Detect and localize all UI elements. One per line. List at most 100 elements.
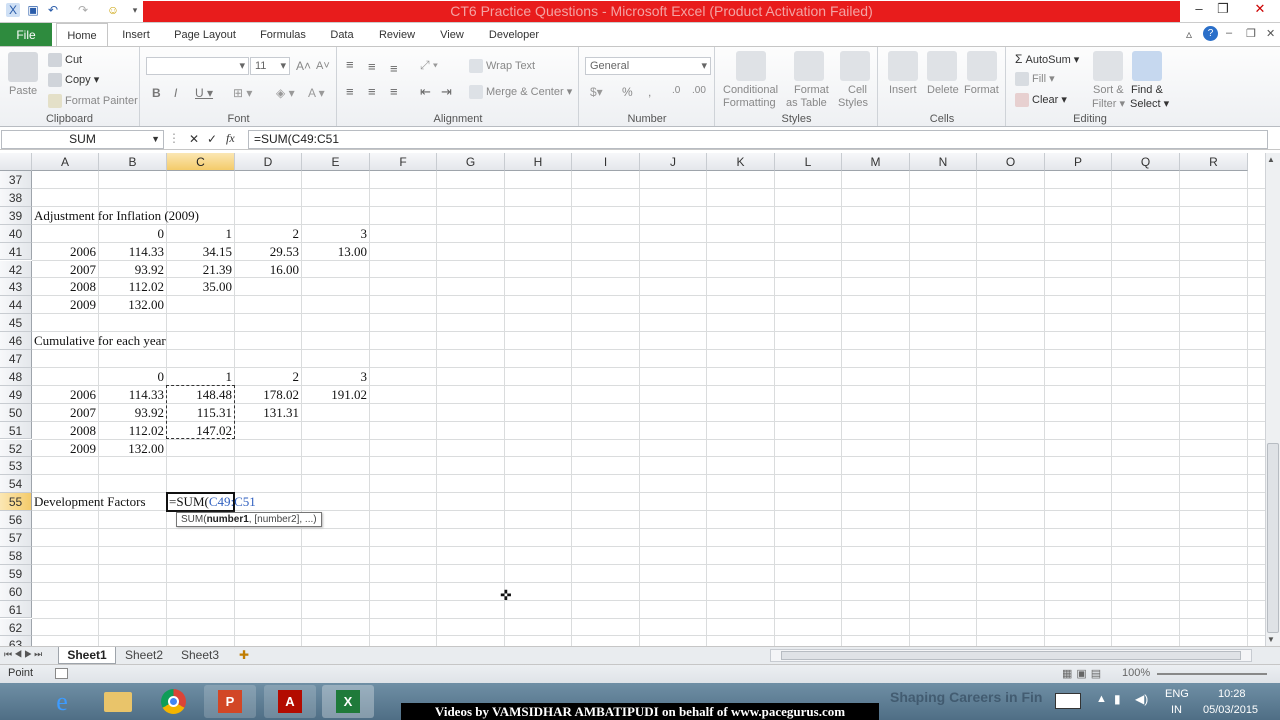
align-middle-icon[interactable]: ≡ [368, 59, 376, 74]
cell-a55[interactable]: Development Factors [34, 493, 146, 511]
sheet-tab-sheet1[interactable]: Sheet1 [58, 647, 116, 664]
row-header[interactable]: 57 [0, 529, 32, 547]
insert-cells-icon[interactable] [888, 51, 918, 81]
enter-icon[interactable]: ✓ [207, 132, 217, 146]
cell-c48[interactable]: 1 [167, 368, 235, 386]
tooltip-function[interactable]: SUM( [181, 514, 207, 525]
row-header[interactable]: 39 [0, 206, 32, 225]
cell-a46[interactable]: Cumulative for each year [34, 332, 166, 350]
cell-c41[interactable]: 34.15 [167, 243, 235, 261]
column-header[interactable]: O [977, 153, 1045, 171]
row-header[interactable]: 54 [0, 475, 32, 494]
row-header[interactable]: 38 [0, 188, 32, 207]
row-header[interactable]: 60 [0, 582, 32, 601]
clock-date[interactable]: 05/03/2015 [1203, 704, 1258, 716]
row-header[interactable]: 51 [0, 421, 32, 440]
column-header[interactable]: L [775, 153, 842, 171]
decrease-indent-icon[interactable]: ⇤ [420, 84, 431, 100]
tab-view[interactable]: View [432, 23, 472, 47]
scroll-up-icon[interactable]: ▲ [1267, 155, 1275, 164]
currency-icon[interactable]: $▾ [590, 85, 603, 99]
font-name-combo[interactable]: ▾ [146, 57, 249, 75]
format-painter-button[interactable]: Format Painter [48, 94, 138, 108]
vertical-scroll-thumb[interactable] [1267, 443, 1279, 633]
insert-cells-button[interactable]: Insert [889, 84, 917, 96]
column-header[interactable]: E [302, 153, 370, 171]
number-format-combo[interactable]: General ▾ [585, 57, 711, 75]
cell-a49[interactable]: 2006 [32, 386, 99, 404]
powerpoint-icon[interactable]: P [204, 685, 256, 718]
tab-developer[interactable]: Developer [482, 23, 546, 47]
sort-filter-label-2[interactable]: Filter ▾ [1092, 97, 1125, 110]
cell-b43[interactable]: 112.02 [99, 278, 167, 296]
tab-formulas[interactable]: Formulas [252, 23, 314, 47]
row-header[interactable]: 42 [0, 260, 32, 279]
cell-b49[interactable]: 114.33 [99, 386, 167, 404]
cut-button[interactable]: Cut [48, 53, 82, 67]
name-box-dropdown-icon[interactable]: ▼ [151, 131, 160, 148]
cell-b52[interactable]: 132.00 [99, 440, 167, 458]
worksheet-grid[interactable]: A B C D E F G H I J K L M N O P Q R 37 38 39 40 41 42 43 44 45 46 47… [0, 153, 1265, 646]
align-right-icon[interactable]: ≡ [390, 84, 398, 99]
column-header[interactable]: H [505, 153, 572, 171]
column-header[interactable]: I [572, 153, 640, 171]
row-header[interactable]: 46 [0, 332, 32, 350]
copy-button[interactable]: Copy ▾ [48, 73, 99, 88]
tab-page-layout[interactable]: Page Layout [168, 23, 242, 47]
cell-a41[interactable]: 2006 [32, 243, 99, 261]
horizontal-scroll-thumb[interactable] [781, 651, 1241, 660]
ribbon-minimize-icon[interactable]: ▵ [1186, 27, 1192, 41]
increase-indent-icon[interactable]: ⇥ [441, 84, 452, 100]
row-header[interactable]: 61 [0, 600, 32, 619]
chrome-icon[interactable] [148, 685, 200, 718]
undo-icon[interactable]: ↶ [46, 3, 60, 17]
tab-file[interactable]: File [0, 23, 52, 47]
underline-icon[interactable]: U ▾ [195, 86, 213, 100]
name-box[interactable]: SUM ▼ [1, 130, 164, 149]
column-header[interactable]: N [910, 153, 977, 171]
column-header[interactable]: G [437, 153, 505, 171]
row-header[interactable]: 48 [0, 367, 32, 386]
align-left-icon[interactable]: ≡ [346, 84, 354, 99]
cell-c50[interactable]: 115.31 [167, 404, 235, 422]
row-header[interactable]: 41 [0, 242, 32, 261]
cell-b44[interactable]: 132.00 [99, 296, 167, 314]
cell-c42[interactable]: 21.39 [167, 261, 235, 279]
tray-arrow-icon[interactable]: ▲ [1096, 693, 1107, 705]
percent-icon[interactable]: % [622, 85, 633, 99]
column-header[interactable]: F [370, 153, 437, 171]
binoculars-icon[interactable] [1132, 51, 1162, 81]
excel-taskbar-icon[interactable]: X [322, 685, 374, 718]
tab-home[interactable]: Home [56, 23, 108, 47]
macro-record-icon[interactable] [55, 668, 68, 679]
cell-a42[interactable]: 2007 [32, 261, 99, 279]
sheet-tab-sheet3[interactable]: Sheet3 [174, 647, 226, 664]
fill-button[interactable]: Fill ▾ [1015, 72, 1055, 87]
file-explorer-icon[interactable] [92, 685, 144, 718]
sort-filter-icon[interactable] [1093, 51, 1123, 81]
help-icon[interactable]: ? [1203, 26, 1218, 41]
cell-e41[interactable]: 13.00 [302, 243, 370, 261]
row-header[interactable]: 52 [0, 439, 32, 458]
paste-button[interactable]: Paste [9, 85, 37, 97]
cell-a39[interactable]: Adjustment for Inflation (2009) [34, 207, 199, 225]
cell-b50[interactable]: 93.92 [99, 404, 167, 422]
insert-function-icon[interactable]: fx [226, 131, 235, 146]
customize-qat-icon[interactable]: ▾ [128, 3, 142, 17]
row-header[interactable]: 58 [0, 546, 32, 565]
row-header[interactable]: 62 [0, 618, 32, 637]
sheet-navigation-icon[interactable]: ⏮◀▶⏭ [4, 649, 44, 660]
close-icon[interactable]: ✕ [1240, 0, 1280, 20]
pdf-reader-icon[interactable]: A [264, 685, 316, 718]
row-header[interactable]: 47 [0, 350, 32, 368]
row-header[interactable]: 40 [0, 224, 32, 243]
battery-icon[interactable]: ▮ [1114, 692, 1121, 706]
tooltip-current-argument[interactable]: number1 [207, 514, 249, 525]
wrap-text-button[interactable]: Wrap Text [469, 59, 535, 73]
insert-sheet-icon[interactable]: ✚ [232, 647, 256, 664]
tab-insert[interactable]: Insert [112, 23, 160, 47]
input-region[interactable]: IN [1171, 704, 1182, 716]
clock-time[interactable]: 10:28 [1218, 688, 1246, 700]
formula-input[interactable]: =SUM(C49:C51 [248, 130, 1268, 149]
font-size-combo[interactable]: 11 ▾ [250, 57, 290, 75]
